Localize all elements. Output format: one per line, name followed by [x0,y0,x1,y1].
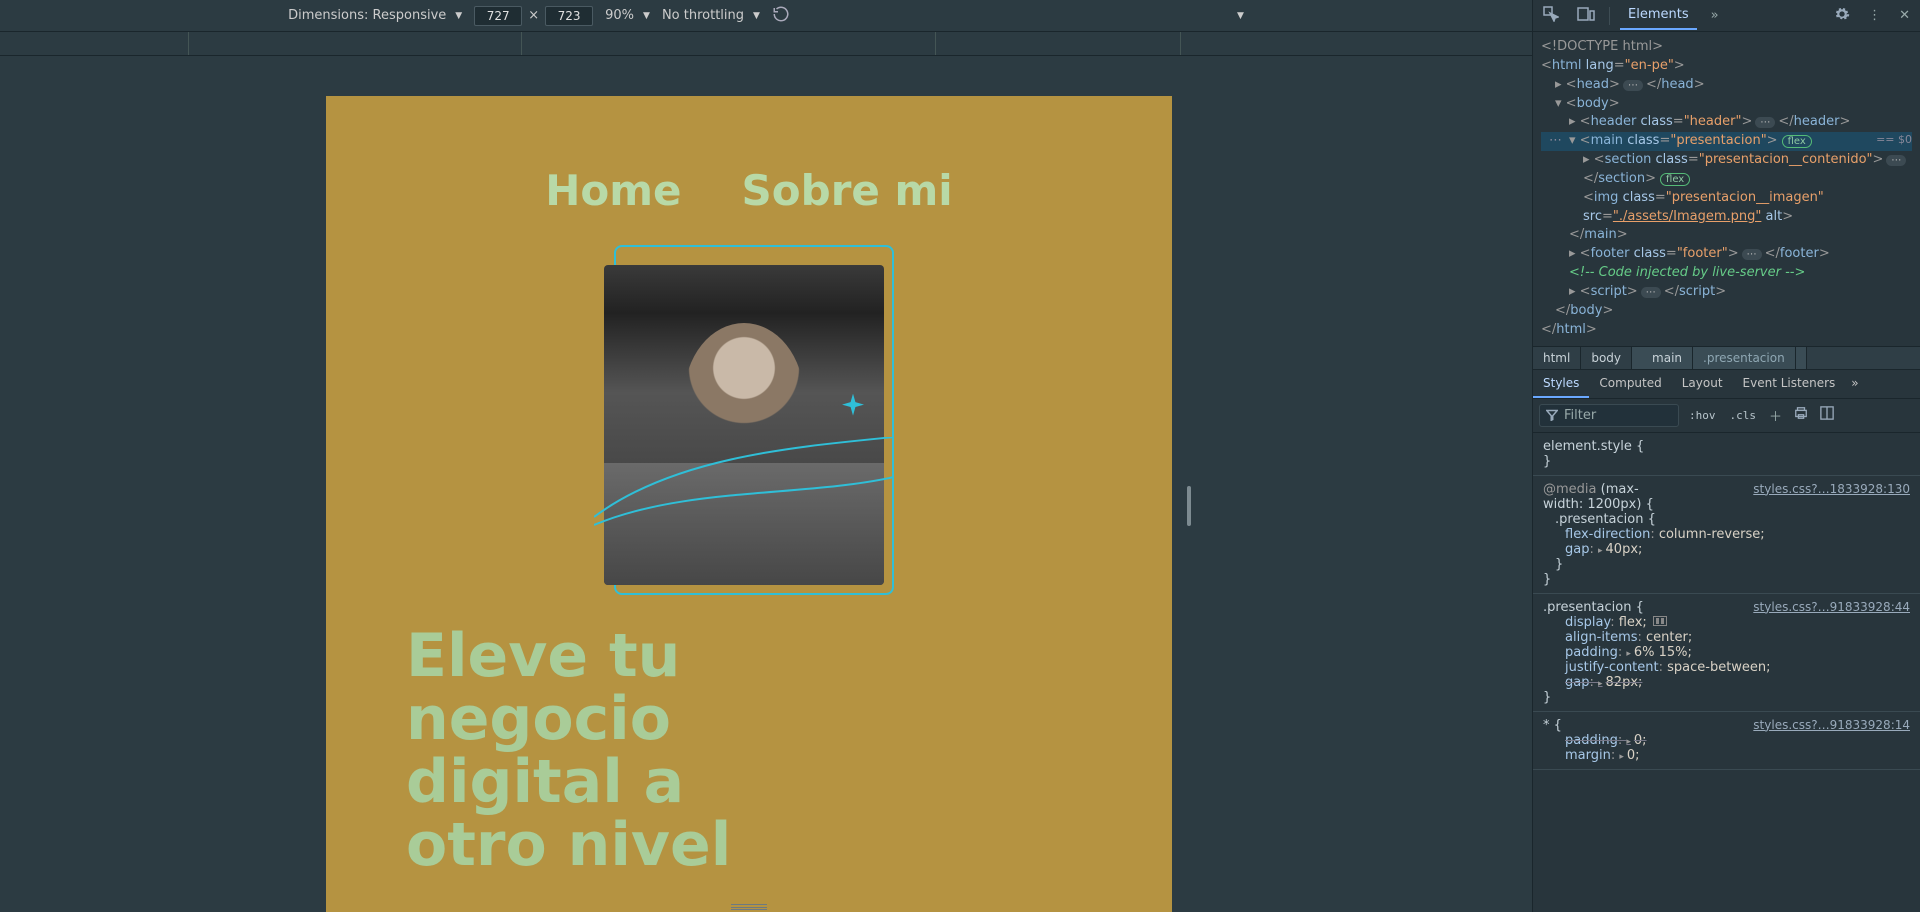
dom-tree[interactable]: <!DOCTYPE html> <html lang="en-pe"> ▸ <h… [1533,32,1920,346]
breadcrumb: html body main.presentacion [1533,346,1920,370]
page-nav: Home Sobre mi [326,96,1172,255]
throttling-value: No throttling [662,8,744,23]
close-icon[interactable]: ✕ [1895,4,1914,27]
doctype-node: <!DOCTYPE html> [1541,39,1663,54]
dimensions-label: Dimensions: Responsive [288,8,446,23]
styles-tabs-overflow-icon[interactable]: » [1845,370,1864,398]
tab-elements[interactable]: Elements [1620,1,1697,30]
rendered-page[interactable]: Home Sobre mi Eleve tu negocio digital a… [326,96,1172,912]
chevron-down-icon: ▼ [643,11,650,21]
resize-handle-bottom[interactable] [731,904,767,910]
tab-styles[interactable]: Styles [1533,370,1589,398]
rotate-icon[interactable] [772,5,790,27]
zoom-dropdown[interactable]: 90% ▼ [605,8,650,23]
nav-home-link[interactable]: Home [545,166,681,215]
zoom-value: 90% [605,8,634,23]
chevron-down-icon: ▼ [753,11,760,21]
hero-headline: Eleve tu negocio digital a otro nivel [366,625,826,877]
styles-filter-input[interactable]: Filter [1539,404,1679,427]
hero-image [604,255,894,585]
kebab-menu-icon[interactable]: ⋮ [1864,4,1885,27]
print-media-icon[interactable] [1791,403,1811,427]
width-input[interactable] [474,6,522,26]
source-link[interactable]: styles.css?…91833928:14 [1753,718,1910,732]
height-input[interactable] [545,6,593,26]
dimensions-dropdown[interactable]: Dimensions: Responsive ▼ [288,8,462,23]
tab-layout[interactable]: Layout [1672,370,1733,398]
device-toolbar: Dimensions: Responsive ▼ × 90% ▼ No thrott… [0,0,1532,32]
photo-placeholder [604,265,884,585]
throttling-dropdown[interactable]: No throttling ▼ [662,8,760,23]
crumb-html[interactable]: html [1533,347,1581,369]
chevron-down-icon: ▼ [455,11,462,21]
device-viewport: Home Sobre mi Eleve tu negocio digital a… [0,56,1532,912]
device-toggle-icon[interactable] [1573,3,1599,29]
source-link[interactable]: styles.css?…91833928:44 [1753,600,1910,614]
viewport-scrollbar[interactable] [1172,96,1206,912]
styles-toolbar: Filter :hov .cls ＋ [1533,399,1920,433]
settings-icon[interactable] [1830,2,1854,30]
tab-event-listeners[interactable]: Event Listeners [1733,370,1846,398]
dom-selected-node[interactable]: ⋯▾ <main class="presentacion">flex== $0 [1541,132,1912,151]
computed-toggle-icon[interactable] [1817,403,1837,427]
inspect-icon[interactable] [1539,2,1563,30]
hov-toggle[interactable]: :hov [1685,407,1720,424]
styles-rules[interactable]: element.style { } styles.css?…1833928:13… [1533,433,1920,912]
cls-toggle[interactable]: .cls [1726,407,1761,424]
styles-tabstrip: Styles Computed Layout Event Listeners » [1533,370,1920,399]
dimension-separator: × [528,8,539,23]
tabs-overflow-icon[interactable]: » [1707,4,1723,27]
filter-icon [1546,409,1558,421]
tab-computed[interactable]: Computed [1589,370,1671,398]
nav-about-link[interactable]: Sobre mi [742,166,953,215]
ruler [0,32,1532,56]
crumb-main[interactable]: main.presentacion [1632,347,1807,369]
source-link[interactable]: styles.css?…1833928:130 [1753,482,1910,496]
page-main: Eleve tu negocio digital a otro nivel [326,255,1172,877]
more-dropdown-icon[interactable]: ▼ [1237,11,1244,21]
flex-editor-icon[interactable] [1653,616,1667,626]
devtools-tabstrip: Elements » ⋮ ✕ [1533,0,1920,32]
crumb-body[interactable]: body [1581,347,1632,369]
new-rule-icon[interactable]: ＋ [1766,403,1785,428]
